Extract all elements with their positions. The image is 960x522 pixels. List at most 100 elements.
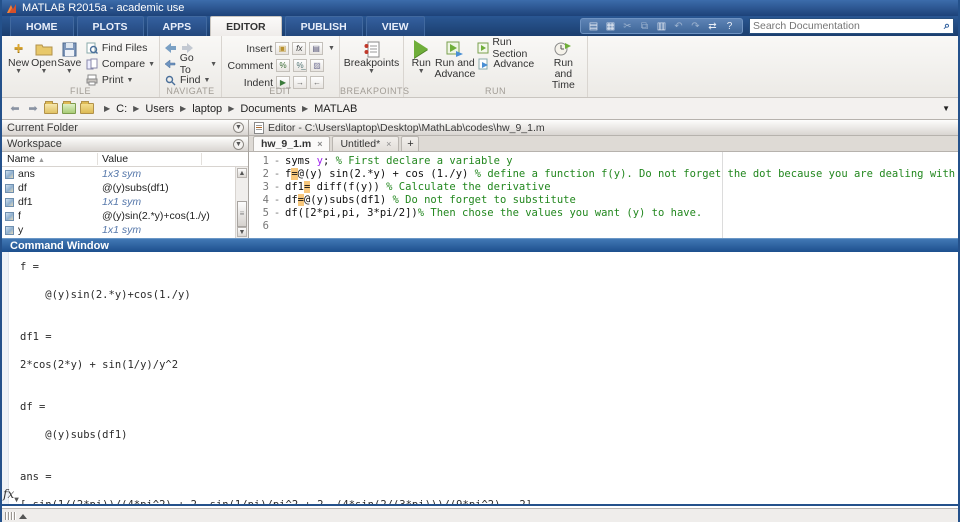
- code-text: df=@(y)subs(df1) % Do not forget to subs…: [285, 194, 576, 207]
- cut-icon[interactable]: ✂: [621, 20, 634, 33]
- run-button[interactable]: Run ▼: [408, 38, 434, 75]
- breadcrumb-separator-icon: ▶: [104, 104, 110, 113]
- code-segment: @(y) sin(2.*y) + cos (1./y): [298, 168, 475, 180]
- scrollbar-thumb[interactable]: [237, 201, 247, 227]
- code-text: syms y; % First declare a variable y: [285, 155, 513, 168]
- tab-view[interactable]: VIEW: [366, 16, 425, 36]
- redo-icon[interactable]: ↷: [689, 20, 702, 33]
- chevron-down-icon: ▼: [66, 69, 73, 75]
- sym-variable-icon: [5, 226, 14, 235]
- back-arrow-icon[interactable]: [164, 42, 177, 54]
- comment-wrap-icon[interactable]: %̲: [293, 59, 307, 72]
- goto-button[interactable]: Go To ▼: [164, 57, 217, 71]
- insert-annotation-icon[interactable]: ▤: [309, 42, 323, 55]
- breakpoints-button[interactable]: Breakpoints ▼: [349, 38, 395, 75]
- open-button[interactable]: Open ▼: [31, 38, 57, 75]
- save-button[interactable]: Save ▼: [57, 38, 82, 75]
- insert-section-icon[interactable]: ▣: [275, 42, 289, 55]
- new-icon: +: [9, 40, 29, 58]
- editor-tab[interactable]: hw_9_1.m×: [253, 136, 330, 151]
- comment-icon[interactable]: %: [276, 59, 290, 72]
- new-script-icon[interactable]: ▤: [587, 20, 600, 33]
- new-tab-button[interactable]: +: [401, 136, 419, 151]
- workspace-row[interactable]: ans1x3 sym: [2, 167, 248, 181]
- save-icon: [59, 40, 79, 58]
- copy-icon[interactable]: ⧉: [638, 20, 651, 33]
- command-output-line: [20, 386, 532, 400]
- breadcrumb-segment[interactable]: MATLAB: [314, 103, 357, 115]
- variable-name-label: y: [18, 224, 23, 236]
- insert-function-icon[interactable]: fx: [292, 42, 306, 55]
- breadcrumb-segment[interactable]: Documents: [240, 103, 296, 115]
- save-icon[interactable]: ▦: [604, 20, 617, 33]
- help-icon[interactable]: ?: [723, 20, 736, 33]
- workspace-scrollbar[interactable]: ▲ ▼: [235, 167, 248, 238]
- breadcrumb-segment[interactable]: C:: [116, 103, 127, 115]
- close-icon[interactable]: ×: [386, 139, 391, 149]
- editor-tab-label: Untitled*: [340, 138, 380, 150]
- panel-menu-icon[interactable]: ▼: [233, 122, 244, 133]
- advance-icon: [477, 58, 490, 70]
- new-button[interactable]: + New ▼: [6, 38, 31, 75]
- tab-publish[interactable]: PUBLISH: [285, 16, 363, 36]
- advance-button[interactable]: Advance: [477, 57, 539, 71]
- run-and-time-button[interactable]: Run andTime: [544, 38, 583, 91]
- workspace-row[interactable]: df11x1 sym: [2, 195, 248, 209]
- compare-button[interactable]: Compare ▼: [86, 57, 155, 71]
- print-button[interactable]: Print ▼: [86, 73, 155, 87]
- tab-apps[interactable]: APPS: [147, 16, 208, 36]
- switch-window-icon[interactable]: ⇄: [706, 20, 719, 33]
- workspace-column-header[interactable]: Name▲ Value: [2, 152, 248, 167]
- paste-icon[interactable]: ▥: [655, 20, 668, 33]
- workspace-header[interactable]: Workspace ▼: [2, 136, 248, 152]
- scroll-up-icon[interactable]: ▲: [237, 168, 247, 178]
- chevron-down-icon: ▼: [148, 61, 155, 68]
- edit-section: Insert ▣ fx ▤ ▼ Comment % %̲ ▨ Indent ▶ …: [222, 36, 340, 97]
- tab-plots[interactable]: PLOTS: [77, 16, 144, 36]
- find-files-button[interactable]: Find Files: [86, 41, 155, 55]
- current-folder-header[interactable]: Current Folder ▼: [2, 120, 248, 136]
- forward-arrow-icon[interactable]: ➡: [26, 102, 40, 115]
- breadcrumb-segment[interactable]: laptop: [192, 103, 222, 115]
- code-segment: % Calculate the derivative: [386, 181, 550, 193]
- goto-icon: [164, 58, 177, 70]
- scroll-down-icon[interactable]: ▼: [237, 227, 247, 237]
- sym-variable-icon: [5, 198, 14, 207]
- browse-folder-icon[interactable]: [62, 103, 76, 114]
- workspace-row[interactable]: y 1x1 sym: [2, 223, 248, 237]
- undo-icon[interactable]: ↶: [672, 20, 685, 33]
- tab-editor[interactable]: EDITOR: [210, 16, 281, 36]
- run-icon: [414, 40, 428, 58]
- run-and-time-icon: [553, 40, 573, 58]
- search-icon[interactable]: ⌕: [944, 20, 950, 33]
- tab-home[interactable]: HOME: [10, 16, 74, 36]
- editor-header[interactable]: Editor - C:\Users\laptop\Desktop\MathLab…: [249, 120, 960, 136]
- editor-tab[interactable]: Untitled* ×: [332, 136, 399, 151]
- up-folder-icon[interactable]: [44, 103, 58, 114]
- code-area[interactable]: 1-syms y; % First declare a variable y2-…: [249, 152, 960, 238]
- close-icon[interactable]: ×: [317, 139, 322, 149]
- variable-value: 1x1 sym: [98, 224, 248, 236]
- statusbar-grip[interactable]: [5, 512, 27, 520]
- variable-name: ans: [2, 168, 98, 180]
- search-documentation-input[interactable]: [753, 20, 944, 32]
- chevron-down-icon[interactable]: ▼: [328, 45, 335, 52]
- run-and-advance-icon: [445, 40, 465, 58]
- panel-menu-icon[interactable]: ▼: [233, 139, 244, 150]
- run-section-button[interactable]: Run Section: [477, 41, 539, 55]
- workspace-row[interactable]: f@(y)sin(2.*y)+cos(1./y): [2, 209, 248, 223]
- find-button[interactable]: Find ▼: [164, 73, 217, 87]
- code-text: f=@(y) sin(2.*y) + cos (1./y) % define a…: [285, 168, 960, 181]
- breadcrumb-segment[interactable]: Users: [145, 103, 174, 115]
- recent-folders-dropdown-icon[interactable]: ▼: [942, 104, 950, 113]
- fx-function-hint-button[interactable]: fx▼: [3, 487, 19, 503]
- uncomment-icon[interactable]: ▨: [310, 59, 324, 72]
- run-and-advance-button[interactable]: Run andAdvance: [434, 38, 475, 80]
- command-window-header[interactable]: Command Window: [2, 238, 958, 252]
- sym-variable-icon: [5, 170, 14, 179]
- code-segment: % Do not forget to substitute: [393, 194, 576, 206]
- workspace-row[interactable]: df@(y)subs(df1): [2, 181, 248, 195]
- command-window[interactable]: f = @(y)sin(2.*y)+cos(1./y) df1 = 2*cos(…: [2, 252, 958, 506]
- variable-value: 1x1 sym: [98, 196, 248, 208]
- back-arrow-icon[interactable]: ⬅: [8, 102, 22, 115]
